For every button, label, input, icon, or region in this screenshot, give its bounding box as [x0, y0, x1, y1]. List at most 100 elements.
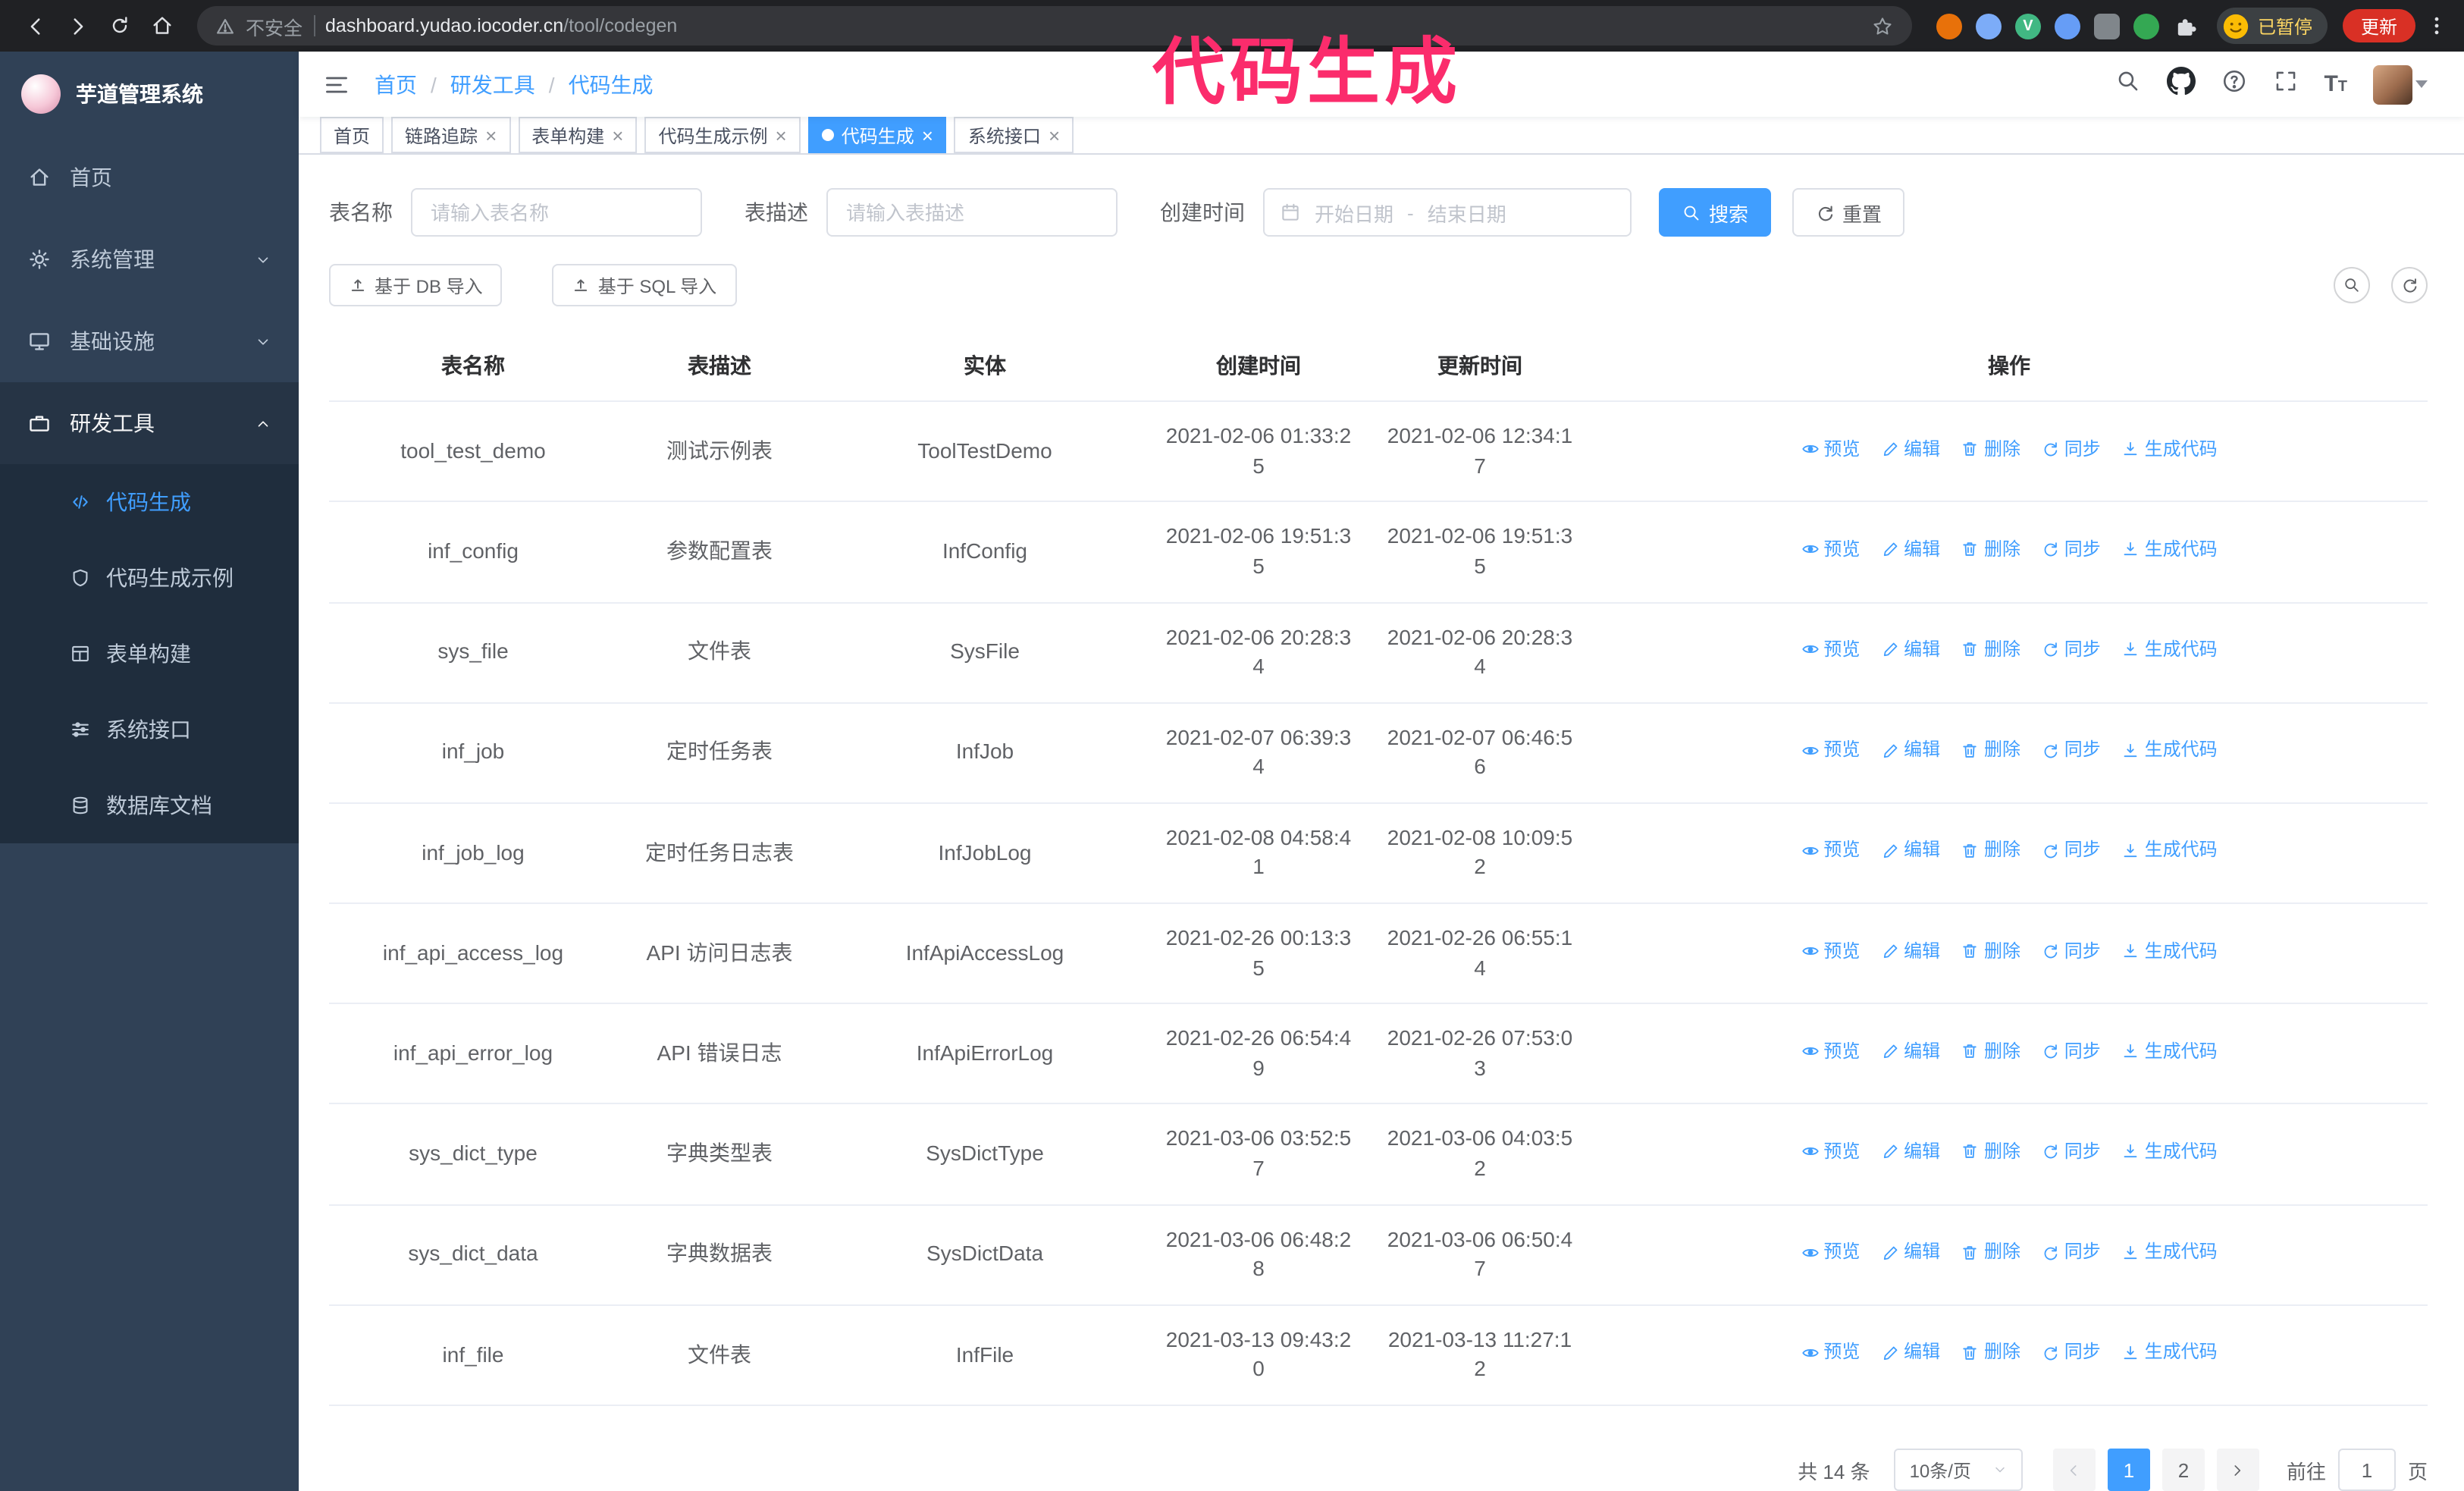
browser-menu-button[interactable]	[2425, 14, 2449, 38]
import-sql-button[interactable]: 基于 SQL 导入	[552, 264, 737, 307]
import-db-button[interactable]: 基于 DB 导入	[329, 264, 503, 307]
delete-link[interactable]: 删除	[1961, 1340, 2020, 1366]
sidebar-item-db-doc[interactable]: 数据库文档	[0, 767, 299, 843]
edit-link[interactable]: 编辑	[1881, 738, 1940, 764]
close-icon[interactable]: ×	[922, 125, 933, 145]
delete-link[interactable]: 删除	[1961, 1139, 2020, 1165]
update-button[interactable]: 更新	[2342, 9, 2415, 42]
generate-code-link[interactable]: 生成代码	[2122, 838, 2218, 864]
prev-page-button[interactable]	[2052, 1449, 2096, 1491]
sidebar-collapse-button[interactable]	[323, 71, 350, 98]
preview-link[interactable]: 预览	[1801, 1039, 1860, 1065]
bookmark-star-icon[interactable]	[1871, 14, 1894, 37]
edit-link[interactable]: 编辑	[1881, 1239, 1940, 1265]
edit-link[interactable]: 编辑	[1881, 637, 1940, 663]
page-button-1[interactable]: 1	[2107, 1449, 2150, 1491]
sidebar-item-codegen[interactable]: 代码生成	[0, 464, 299, 540]
generate-code-link[interactable]: 生成代码	[2122, 1340, 2218, 1366]
edit-link[interactable]: 编辑	[1881, 938, 1940, 964]
sync-link[interactable]: 同步	[2042, 738, 2101, 764]
generate-code-link[interactable]: 生成代码	[2122, 1039, 2218, 1065]
delete-link[interactable]: 删除	[1961, 436, 2020, 462]
sync-link[interactable]: 同步	[2042, 436, 2101, 462]
generate-code-link[interactable]: 生成代码	[2122, 436, 2218, 462]
generate-code-link[interactable]: 生成代码	[2122, 1139, 2218, 1165]
sync-link[interactable]: 同步	[2042, 1239, 2101, 1265]
preview-link[interactable]: 预览	[1801, 1139, 1860, 1165]
date-range-picker[interactable]: 开始日期 - 结束日期	[1263, 188, 1632, 237]
generate-code-link[interactable]: 生成代码	[2122, 1239, 2218, 1265]
app-logo[interactable]: 芋道管理系统	[0, 52, 299, 137]
table-desc-input[interactable]	[826, 188, 1118, 237]
delete-link[interactable]: 删除	[1961, 637, 2020, 663]
preview-link[interactable]: 预览	[1801, 1340, 1860, 1366]
help-button[interactable]	[2221, 67, 2246, 101]
page-size-select[interactable]: 10条/页	[1894, 1449, 2023, 1491]
search-submit-button[interactable]: 搜索	[1659, 188, 1772, 237]
preview-link[interactable]: 预览	[1801, 436, 1860, 462]
sidebar-item-form-builder[interactable]: 表单构建	[0, 616, 299, 692]
generate-code-link[interactable]: 生成代码	[2122, 938, 2218, 964]
tab-tracer[interactable]: 链路追踪 ×	[391, 117, 511, 154]
sidebar-item-home[interactable]: 首页	[0, 137, 299, 218]
github-button[interactable]	[2166, 66, 2196, 102]
sync-link[interactable]: 同步	[2042, 1139, 2101, 1165]
tab-api[interactable]: 系统接口 ×	[954, 117, 1074, 154]
edit-link[interactable]: 编辑	[1881, 838, 1940, 864]
tab-codegen[interactable]: 代码生成 ×	[807, 117, 947, 154]
breadcrumb-item[interactable]: 研发工具	[450, 69, 535, 99]
generate-code-link[interactable]: 生成代码	[2122, 537, 2218, 563]
breadcrumb-item[interactable]: 首页	[375, 69, 417, 99]
close-icon[interactable]: ×	[776, 125, 787, 145]
reload-button[interactable]	[100, 6, 140, 46]
edit-link[interactable]: 编辑	[1881, 1139, 1940, 1165]
delete-link[interactable]: 删除	[1961, 1039, 2020, 1065]
extension-icon[interactable]	[1975, 13, 2002, 39]
sidebar-item-devtools[interactable]: 研发工具	[0, 382, 299, 464]
vue-devtools-icon[interactable]: V	[2014, 13, 2041, 39]
preview-link[interactable]: 预览	[1801, 537, 1860, 563]
sync-link[interactable]: 同步	[2042, 1340, 2101, 1366]
fullscreen-button[interactable]	[2272, 67, 2298, 101]
table-name-input[interactable]	[411, 188, 702, 237]
delete-link[interactable]: 删除	[1961, 537, 2020, 563]
generate-code-link[interactable]: 生成代码	[2122, 738, 2218, 764]
delete-link[interactable]: 删除	[1961, 938, 2020, 964]
preview-link[interactable]: 预览	[1801, 738, 1860, 764]
sync-link[interactable]: 同步	[2042, 938, 2101, 964]
preview-link[interactable]: 预览	[1801, 838, 1860, 864]
profile-chip[interactable]: 已暂停	[2216, 8, 2328, 44]
extension-icon[interactable]	[1936, 13, 1962, 39]
edit-link[interactable]: 编辑	[1881, 537, 1940, 563]
font-size-button[interactable]: TT	[2324, 73, 2347, 96]
edit-link[interactable]: 编辑	[1881, 1039, 1940, 1065]
close-icon[interactable]: ×	[485, 125, 497, 145]
delete-link[interactable]: 删除	[1961, 838, 2020, 864]
edit-link[interactable]: 编辑	[1881, 436, 1940, 462]
delete-link[interactable]: 删除	[1961, 1239, 2020, 1265]
sidebar-item-system[interactable]: 系统管理	[0, 218, 299, 300]
sync-link[interactable]: 同步	[2042, 637, 2101, 663]
tab-codegen-example[interactable]: 代码生成示例 ×	[644, 117, 801, 154]
sidebar-item-api[interactable]: 系统接口	[0, 692, 299, 767]
refresh-table-button[interactable]	[2391, 267, 2428, 304]
address-bar[interactable]: 不安全 dashboard.yudao.iocoder.cn/tool/code…	[197, 6, 1912, 46]
sync-link[interactable]: 同步	[2042, 838, 2101, 864]
reset-button[interactable]: 重置	[1792, 188, 1905, 237]
close-icon[interactable]: ×	[612, 125, 623, 145]
delete-link[interactable]: 删除	[1961, 738, 2020, 764]
preview-link[interactable]: 预览	[1801, 637, 1860, 663]
extension-icon[interactable]	[2054, 13, 2080, 39]
search-button[interactable]	[2114, 67, 2140, 101]
extensions-puzzle-icon[interactable]	[2173, 13, 2199, 39]
user-menu[interactable]	[2373, 64, 2428, 105]
generate-code-link[interactable]: 生成代码	[2122, 637, 2218, 663]
extension-icon[interactable]	[2093, 13, 2120, 39]
forward-button[interactable]	[58, 6, 97, 46]
preview-link[interactable]: 预览	[1801, 938, 1860, 964]
sidebar-item-infra[interactable]: 基础设施	[0, 300, 299, 382]
edit-link[interactable]: 编辑	[1881, 1340, 1940, 1366]
next-page-button[interactable]	[2216, 1449, 2259, 1491]
goto-page-input[interactable]	[2337, 1449, 2396, 1491]
preview-link[interactable]: 预览	[1801, 1239, 1860, 1265]
